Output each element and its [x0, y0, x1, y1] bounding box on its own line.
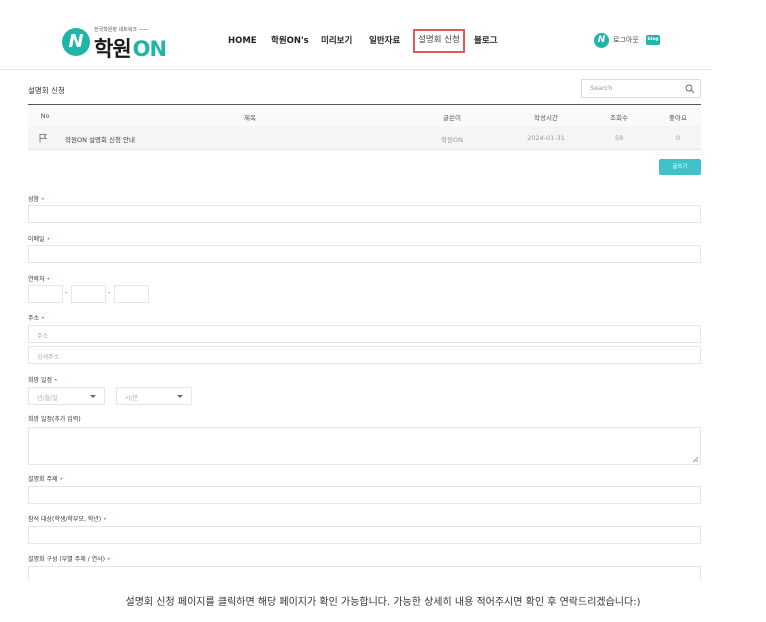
- logo-text: 학원ON: [94, 33, 167, 63]
- logo-subtitle: 전국학원장 네트워크 ——: [94, 27, 149, 33]
- address-placeholder: 주소: [37, 333, 49, 340]
- required-mark: •: [41, 315, 45, 322]
- nav-seminar-apply[interactable]: 설명회 신청: [413, 29, 465, 53]
- date-picker[interactable]: 년/월/일: [28, 387, 105, 405]
- table-row[interactable]: 학원ON 설명회 신청 안내 학원ON 2024-01-31 59 0: [28, 126, 701, 150]
- logo-main-text: 학원: [94, 37, 132, 61]
- row-author: 학원ON: [441, 136, 463, 144]
- col-likes: 좋아요: [669, 114, 687, 122]
- user-n-icon: N: [594, 33, 609, 48]
- chevron-down-icon: [90, 395, 96, 398]
- search-placeholder: Search: [590, 84, 613, 92]
- col-title: 제목: [244, 114, 256, 122]
- audience-label: 참석 대상(학생/학부모, 학년) •: [28, 514, 107, 523]
- phone-label: 연락처 •: [28, 274, 50, 283]
- audience-field[interactable]: [28, 526, 701, 544]
- structure-field[interactable]: [28, 566, 701, 580]
- audience-label-text: 참석 대상(학생/학부모, 학년): [28, 516, 102, 523]
- row-likes: 0: [675, 134, 681, 142]
- row-views: 59: [614, 134, 624, 142]
- site-logo[interactable]: N 전국학원장 네트워크 —— 학원ON: [62, 26, 167, 62]
- date-extra-textarea[interactable]: [28, 427, 701, 465]
- nav-home[interactable]: HOME: [228, 30, 257, 52]
- email-label-text: 이메일: [28, 236, 45, 243]
- row-date: 2024-01-31: [527, 134, 565, 142]
- nav-preview[interactable]: 미리보기: [321, 30, 352, 52]
- phone-label-text: 연락처: [28, 276, 45, 283]
- search-input[interactable]: Search: [581, 79, 701, 98]
- topic-label: 설명회 주제 •: [28, 474, 63, 483]
- write-button[interactable]: 글쓰기: [659, 159, 701, 175]
- logout-link[interactable]: 로그아웃: [613, 35, 639, 45]
- phone-field-2[interactable]: [71, 285, 106, 303]
- topic-label-text: 설명회 주제: [28, 476, 58, 483]
- required-mark: •: [54, 377, 58, 384]
- col-views: 조회수: [610, 114, 628, 122]
- site-header: N 전국학원장 네트워크 —— 학원ON HOME 학원ON's 미리보기 일반…: [0, 0, 712, 70]
- time-placeholder: 시/분: [125, 395, 139, 402]
- col-date: 작성시간: [534, 114, 558, 122]
- col-no: No: [40, 112, 50, 120]
- date-extra-label: 희망 일정(추가 입력): [28, 416, 81, 423]
- required-mark: •: [46, 276, 51, 283]
- required-mark: •: [46, 236, 51, 243]
- nav-blog[interactable]: 블로그: [474, 30, 497, 52]
- flag-icon: [39, 134, 47, 143]
- required-mark: •: [41, 196, 45, 203]
- structure-label-text: 설명회 구성 (부별 주제 / 연사): [28, 556, 105, 563]
- address-label: 주소 •: [28, 313, 45, 322]
- phone-field-1[interactable]: [28, 285, 63, 303]
- nav-hagwon-ons[interactable]: 학원ON's: [271, 30, 309, 52]
- chevron-down-icon: [177, 395, 183, 398]
- blog-badge-icon[interactable]: blog: [646, 35, 660, 45]
- address-detail-placeholder: 상세주소: [37, 354, 60, 361]
- row-title[interactable]: 학원ON 설명회 신청 안내: [65, 134, 135, 144]
- address-label-text: 주소: [28, 315, 40, 322]
- time-picker[interactable]: 시/분: [116, 387, 192, 405]
- logo-n-icon: N: [62, 28, 90, 56]
- email-label: 이메일 •: [28, 234, 50, 243]
- search-icon[interactable]: [685, 84, 695, 94]
- required-mark: •: [103, 516, 107, 523]
- date-placeholder: 년/월/일: [37, 395, 58, 402]
- name-label-text: 성함: [28, 196, 40, 203]
- required-mark: •: [106, 556, 111, 563]
- board-title: 설명회 신청: [28, 86, 65, 95]
- phone-dash: -: [65, 289, 68, 297]
- required-mark: •: [59, 476, 64, 483]
- phone-dash: -: [108, 289, 111, 297]
- phone-field-3[interactable]: [114, 285, 149, 303]
- caption-text: 설명회 신청 페이지를 클릭하면 해당 페이지가 확인 가능합니다. 가능한 상…: [125, 597, 641, 608]
- resize-handle-icon[interactable]: [692, 456, 698, 462]
- name-field[interactable]: [28, 205, 701, 223]
- address-field[interactable]: 주소: [28, 325, 701, 343]
- topic-field[interactable]: [28, 486, 701, 504]
- nav-general-data[interactable]: 일반자료: [369, 30, 400, 52]
- logo-on-text: ON: [132, 37, 167, 61]
- table-header: No 제목 글쓴이 작성시간 조회수 좋아요: [28, 104, 701, 126]
- name-label: 성함 •: [28, 194, 45, 203]
- structure-label: 설명회 구성 (부별 주제 / 연사) •: [28, 554, 111, 563]
- address-detail-field[interactable]: 상세주소: [28, 346, 701, 364]
- date-label: 희망 일정 •: [28, 375, 58, 384]
- email-field[interactable]: [28, 245, 701, 263]
- col-author: 글쓴이: [443, 114, 461, 122]
- date-label-text: 희망 일정: [28, 377, 52, 384]
